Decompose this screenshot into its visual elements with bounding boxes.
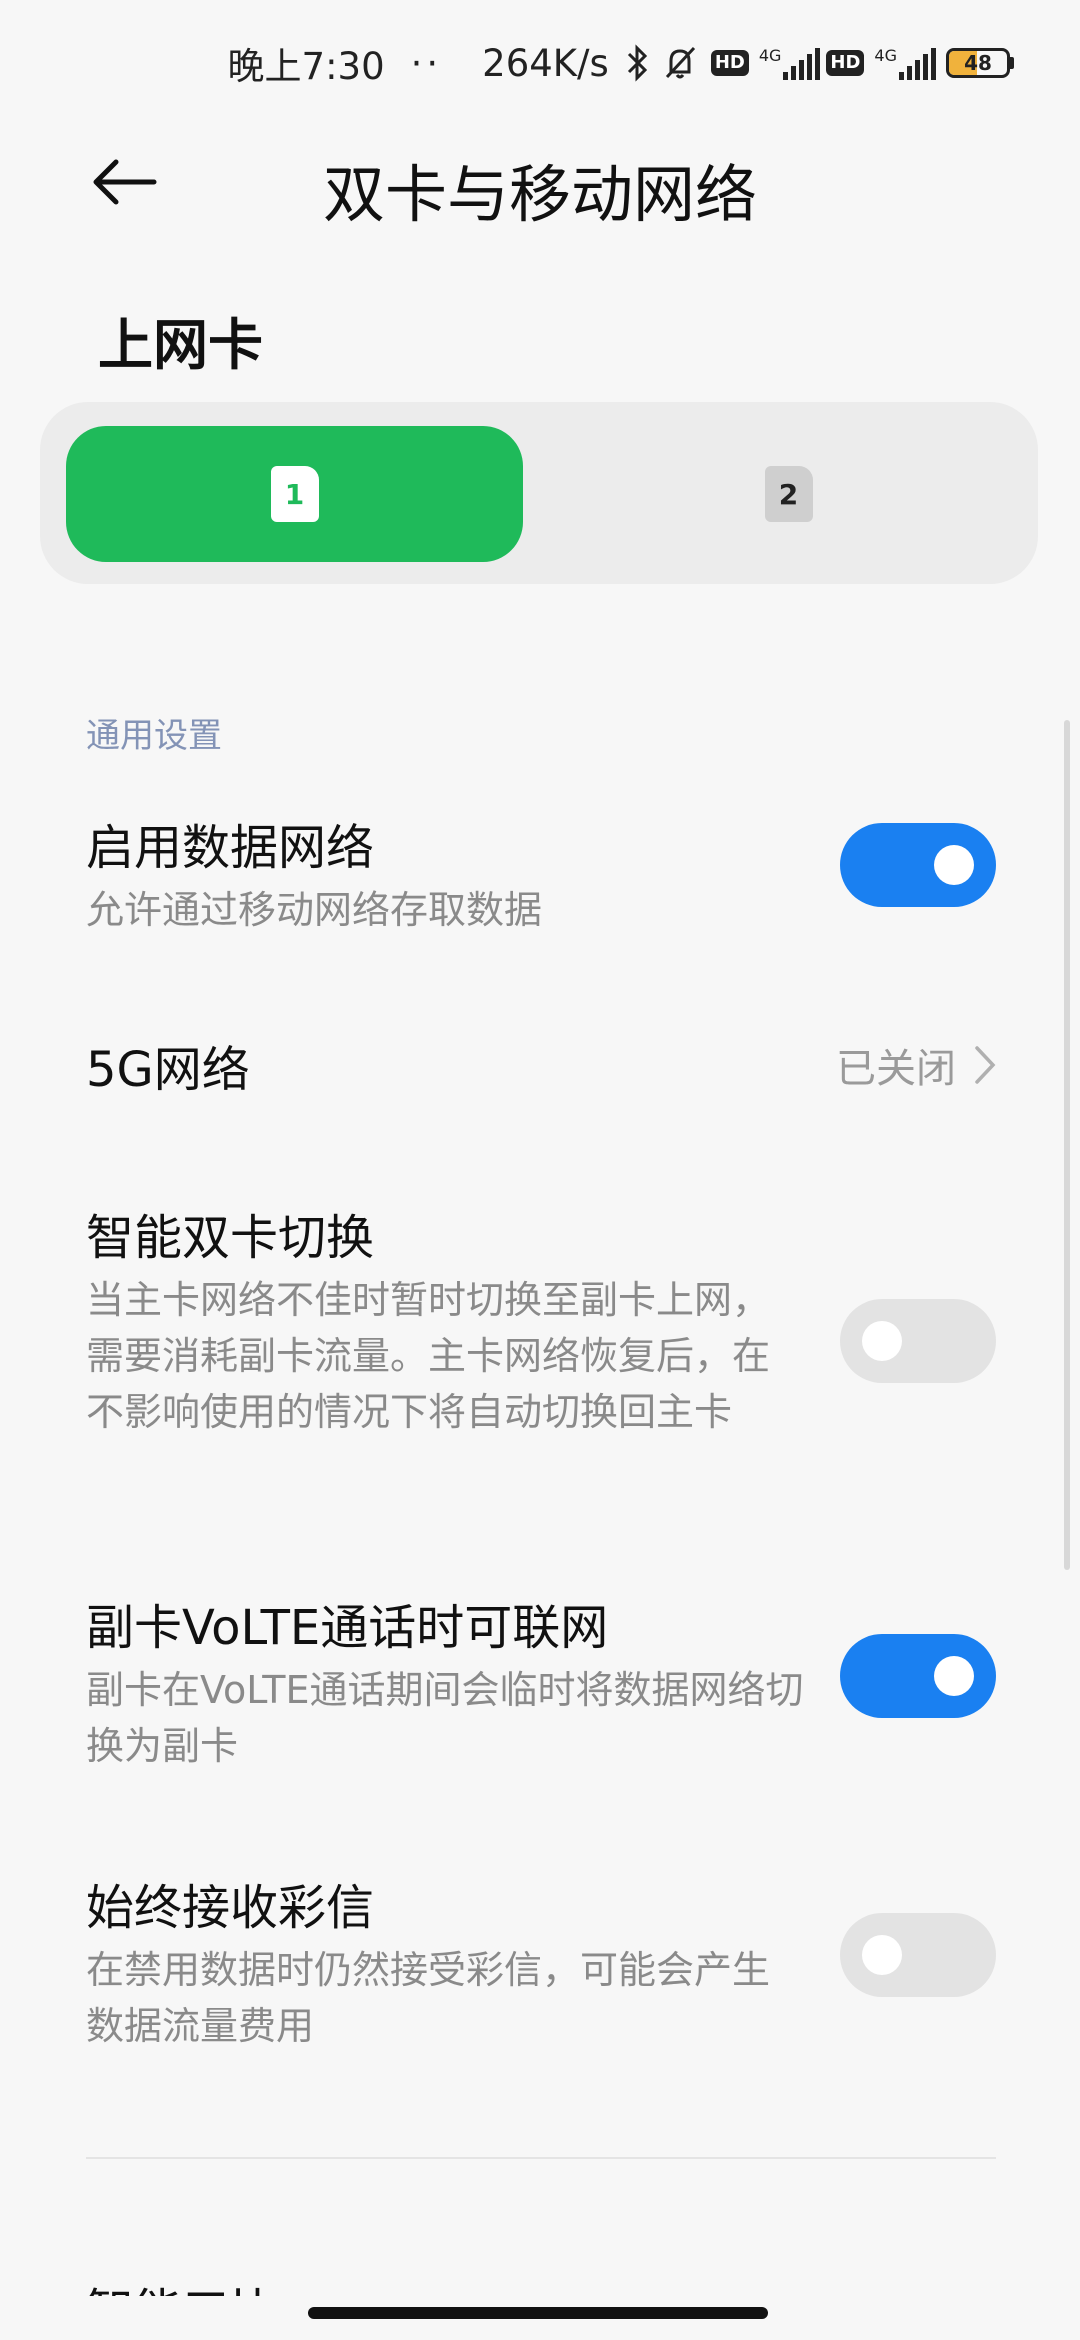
status-time: 晚上7:30 (227, 45, 385, 88)
scrollbar[interactable] (1064, 720, 1070, 1570)
battery-icon: 48 (946, 48, 1010, 78)
mute-bell-icon (661, 44, 699, 82)
volte-data-toggle[interactable] (840, 1634, 996, 1718)
sim2-button[interactable]: 2 (560, 426, 1017, 562)
volte-data-subtitle: 副卡在VoLTE通话期间会临时将数据网络切换为副卡 (86, 1668, 804, 1768)
hd-icon: HD (710, 50, 749, 76)
toggle-knob (862, 1321, 902, 1361)
always-mms-subtitle: 在禁用数据时仍然接受彩信，可能会产生数据流量费用 (86, 1948, 771, 2048)
toggle-knob (934, 845, 974, 885)
battery-level: 48 (964, 51, 992, 75)
toggle-knob (862, 1935, 902, 1975)
network-type-2: 4G (874, 46, 897, 65)
sim-card-2-icon: 2 (764, 466, 813, 522)
app-header: 双卡与移动网络 (0, 126, 1080, 236)
enable-data-subtitle: 允许通过移动网络存取数据 (86, 888, 543, 932)
home-indicator[interactable] (308, 2307, 768, 2319)
chevron-right-icon (975, 1046, 996, 1084)
data-card-selector: 1 2 (40, 402, 1038, 584)
battery-tip (1010, 57, 1014, 69)
toggle-knob (934, 1656, 974, 1696)
always-mms-toggle[interactable] (840, 1913, 996, 1997)
signal-2-icon: 4G (874, 46, 936, 80)
sim1-button[interactable]: 1 (66, 426, 523, 562)
section-divider (86, 2157, 996, 2159)
status-dots: ·· (410, 41, 443, 85)
signal-1-icon: 4G (759, 46, 821, 80)
smart-dual-sim-title: 智能双卡切换 (86, 1210, 375, 1266)
5g-network-value[interactable]: 已关闭 (836, 1036, 996, 1094)
bluetooth-icon (625, 44, 649, 82)
general-settings-label: 通用设置 (86, 716, 222, 756)
status-bar: 晚上7:30 ·· 264K/s HD 4G HD 4G 48 (0, 0, 1080, 126)
hd-icon-2: HD (826, 50, 865, 76)
page-title: 双卡与移动网络 (322, 158, 757, 231)
data-card-label: 上网卡 (98, 313, 264, 377)
sim-card-1-icon: 1 (270, 466, 319, 522)
smart-dual-sim-toggle[interactable] (840, 1299, 996, 1383)
network-speed: 264K/s (482, 41, 609, 85)
5g-status: 已关闭 (836, 1046, 956, 1092)
smart-dual-sim-subtitle: 当主卡网络不佳时暂时切换至副卡上网，需要消耗副卡流量。主卡网络恢复后，在不影响使… (86, 1278, 771, 1434)
network-type-1: 4G (758, 46, 782, 65)
next-section-partial-title: 智能五比 (86, 2272, 278, 2296)
enable-data-toggle[interactable] (840, 823, 996, 907)
